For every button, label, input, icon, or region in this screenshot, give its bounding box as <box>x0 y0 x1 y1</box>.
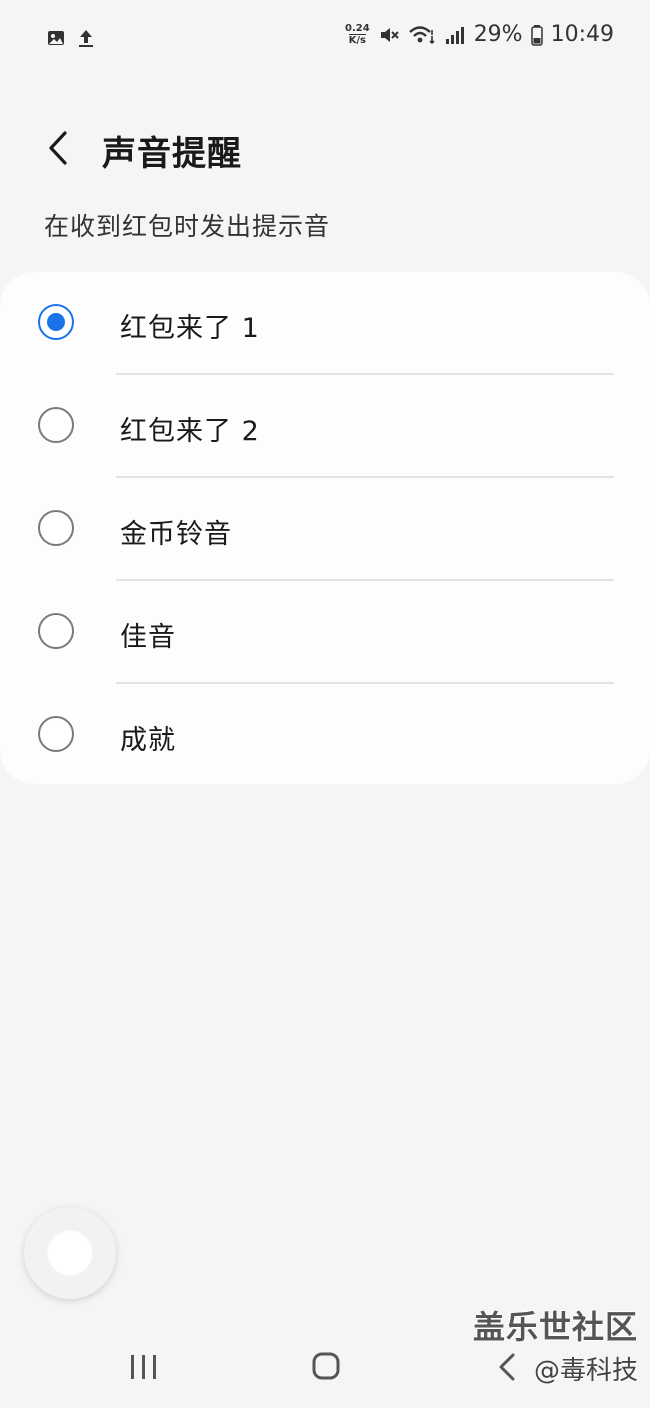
home-icon[interactable] <box>311 1351 341 1381</box>
assistive-touch-inner-icon <box>47 1230 93 1276</box>
navigation-bar <box>0 1335 650 1395</box>
clock: 10:49 <box>550 22 614 47</box>
sound-option-3[interactable]: 金币铃音 <box>0 478 650 581</box>
radio-button[interactable] <box>38 613 74 649</box>
radio-button[interactable] <box>38 716 74 752</box>
option-label: 金币铃音 <box>120 519 232 550</box>
image-icon <box>48 31 64 45</box>
recent-apps-icon[interactable] <box>128 1353 160 1381</box>
back-button[interactable] <box>34 124 82 172</box>
option-label: 佳音 <box>120 622 176 653</box>
battery-icon <box>530 24 543 46</box>
section-description: 在收到红包时发出提示音 <box>44 212 331 241</box>
net-speed: 0.24 K/s <box>345 23 370 46</box>
status-right-icons: 0.24 K/s 29% 10:49 <box>345 22 614 47</box>
sound-option-1[interactable]: 红包来了 1 <box>0 272 650 375</box>
option-label: 红包来了 2 <box>120 416 260 447</box>
sound-options-card: 红包来了 1 红包来了 2 金币铃音 佳音 成就 <box>0 272 650 784</box>
radio-button-selected[interactable] <box>38 304 74 340</box>
status-left-icons <box>46 27 96 49</box>
sound-option-2[interactable]: 红包来了 2 <box>0 375 650 478</box>
net-speed-value: 0.24 <box>345 23 370 34</box>
back-icon[interactable] <box>495 1351 519 1383</box>
option-label: 红包来了 1 <box>120 313 260 344</box>
signal-icon <box>445 26 464 44</box>
header: 声音提醒 <box>0 118 650 182</box>
radio-button[interactable] <box>38 510 74 546</box>
sound-option-5[interactable]: 成就 <box>0 684 650 787</box>
radio-button[interactable] <box>38 407 74 443</box>
status-bar: 0.24 K/s 29% 10:49 <box>0 0 650 78</box>
upload-icon <box>79 30 93 47</box>
assistive-touch-button[interactable] <box>24 1207 116 1299</box>
chevron-left-icon <box>49 131 67 165</box>
net-speed-unit: K/s <box>348 34 367 46</box>
mute-icon <box>380 27 399 42</box>
wifi-icon <box>408 25 435 44</box>
battery-percent: 29% <box>473 22 523 47</box>
option-label: 成就 <box>120 725 176 756</box>
sound-option-4[interactable]: 佳音 <box>0 581 650 684</box>
page-title: 声音提醒 <box>102 134 242 174</box>
